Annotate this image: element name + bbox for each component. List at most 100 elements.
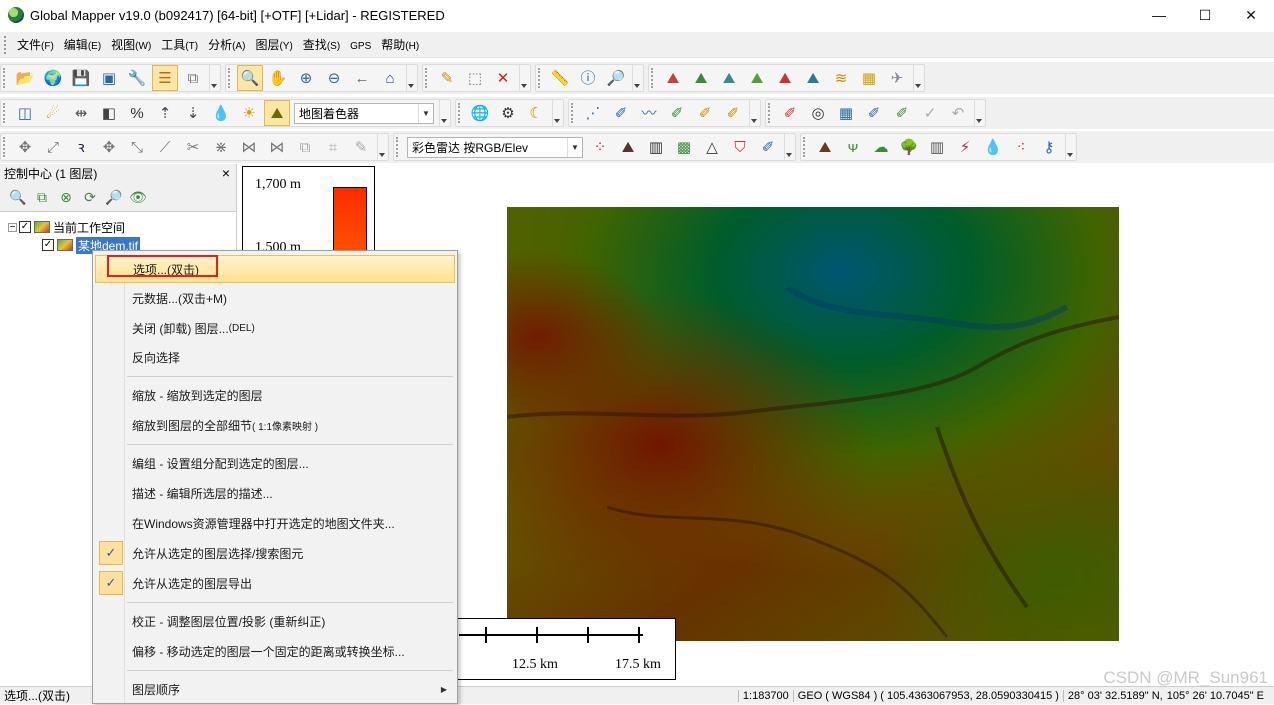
toolbar-overflow[interactable] [552, 100, 560, 126]
lidar-filter-icon[interactable]: ⛉ [727, 134, 753, 160]
menu-allow-export[interactable]: ✓ 允许从选定的图层导出 [95, 569, 455, 597]
layer-remove-icon[interactable]: ⊗ [55, 184, 77, 210]
home-icon[interactable]: ⌂ [377, 65, 403, 91]
noise-class-icon[interactable]: ⁖ [1008, 134, 1034, 160]
toolbar-overflow[interactable] [784, 134, 792, 160]
menu-rectify[interactable]: 校正 - 调整图层位置/投影 (重新纠正) [95, 607, 455, 635]
menu-edit[interactable]: 编辑(E) [59, 36, 106, 53]
reshape-icon[interactable]: ✐ [889, 100, 915, 126]
menu-invert-selection[interactable]: 反向选择 [95, 343, 455, 371]
toolbar-grip[interactable] [396, 137, 401, 157]
menu-shift-layer[interactable]: 偏移 - 移动选定的图层一个固定的距离或转换坐标... [95, 637, 455, 665]
chevron-down-icon[interactable]: ▼ [418, 103, 433, 123]
menu-open-folder[interactable]: 在Windows资源管理器中打开选定的地图文件夹... [95, 509, 455, 537]
draw-point-icon[interactable]: ✐ [692, 100, 718, 126]
online-data-icon[interactable]: 🌐 [467, 100, 493, 126]
grid-edit-icon[interactable]: ▦ [833, 100, 859, 126]
terrain-profile-icon[interactable]: ⛰ [660, 65, 686, 91]
layer-refresh-icon[interactable]: ⟳ [79, 184, 101, 210]
toolbar-grip[interactable] [651, 68, 656, 88]
toolbar-grip[interactable] [3, 68, 8, 88]
contour-icon[interactable]: ⛰ [744, 65, 770, 91]
zoom-out-icon[interactable]: ⊖ [321, 65, 347, 91]
draw-area-icon[interactable]: ✐ [664, 100, 690, 126]
flood-icon[interactable]: ≋ [828, 65, 854, 91]
menu-gps[interactable]: GPS [345, 38, 376, 52]
draw-path-icon[interactable]: ✐ [720, 100, 746, 126]
crop-icon[interactable]: ⌗ [320, 134, 346, 160]
water-class-icon[interactable]: 💧 [980, 134, 1006, 160]
toolbar-overflow[interactable] [749, 100, 757, 126]
split-line-icon[interactable]: ✂ [180, 134, 206, 160]
copy-shape-icon[interactable]: ⧉ [292, 134, 318, 160]
scale-feature-icon[interactable]: ⤡ [124, 134, 150, 160]
toolbar-grip[interactable] [3, 137, 8, 157]
ruler-icon[interactable]: 📏 [547, 65, 573, 91]
toolbar-grip[interactable] [3, 103, 8, 123]
toolbar-grip[interactable] [571, 103, 576, 123]
light-direction-icon[interactable]: ☄ [40, 100, 66, 126]
draw-polyline-icon[interactable]: ✐ [608, 100, 634, 126]
high-vegetation-icon[interactable]: 🌳 [896, 134, 922, 160]
key-point-icon[interactable]: ⚷ [1036, 134, 1062, 160]
water-level-icon[interactable]: 💧 [208, 100, 234, 126]
power-line-icon[interactable]: ⚡ [952, 134, 978, 160]
highlighter-icon[interactable]: ✎ [348, 134, 374, 160]
find-feature-icon[interactable]: 🔎 [603, 65, 629, 91]
rotate-icon[interactable]: ⤢ [40, 134, 66, 160]
shader-select[interactable]: 地图着色器 ▼ [294, 102, 434, 124]
layer-find-icon[interactable]: 🔎 [103, 184, 125, 210]
toolbar-overflow[interactable] [209, 65, 217, 91]
globe-icon[interactable]: 🌍 [40, 65, 66, 91]
flight-icon[interactable]: ✈ [884, 65, 910, 91]
minimize-button[interactable]: — [1136, 0, 1182, 30]
toolbar-overflow[interactable] [1065, 134, 1073, 160]
medium-vegetation-icon[interactable]: ☁ [868, 134, 894, 160]
wrench-icon[interactable]: 🔧 [124, 65, 150, 91]
zoom-in-icon[interactable]: ⊕ [293, 65, 319, 91]
lidar-building-icon[interactable]: ▥ [643, 134, 669, 160]
toolbar-overflow[interactable] [377, 134, 385, 160]
layer-add-icon[interactable]: ⧉ [31, 184, 53, 210]
transform-icon[interactable]: ✥ [96, 134, 122, 160]
menu-close-layer[interactable]: 关闭 (卸载) 图层... (DEL) [95, 314, 455, 342]
back-arrow-icon[interactable]: ← [349, 65, 375, 91]
collapse-icon[interactable]: − [8, 222, 17, 232]
workspace-checkbox[interactable]: ✓ [19, 221, 31, 233]
menu-file[interactable]: 文件(F) [12, 36, 59, 53]
menu-view[interactable]: 视图(W) [106, 36, 156, 53]
low-vegetation-icon[interactable]: ᴪ [840, 134, 866, 160]
toolbar-grip[interactable] [803, 137, 808, 157]
map-window-icon[interactable]: ▣ [96, 65, 122, 91]
toolbar-overflow[interactable] [632, 65, 640, 91]
menu-description[interactable]: 描述 - 编辑所选层的描述... [95, 479, 455, 507]
control-center-icon[interactable]: ☰ [152, 65, 178, 91]
split-view-icon[interactable]: ◫ [12, 100, 38, 126]
menu-group[interactable]: 编组 - 设置组分配到选定的图层... [95, 449, 455, 477]
moon-icon[interactable]: ☾ [523, 100, 549, 126]
toolbar-grip[interactable] [768, 103, 773, 123]
vertical-exaggeration-icon[interactable]: ⇹ [68, 100, 94, 126]
menu-zoom-full-detail[interactable]: 缩放到图层的全部细节 ( 1:1像素映射 ) [95, 411, 455, 439]
select-rect-icon[interactable]: ⬚ [462, 65, 488, 91]
toolbar-grip[interactable] [228, 68, 233, 88]
tree-item-workspace[interactable]: − ✓ 当前工作空间 [8, 218, 125, 236]
line-tool-icon[interactable]: ⟋ [152, 134, 178, 160]
toolbar-grip[interactable] [425, 68, 430, 88]
menu-metadata[interactable]: 元数据...(双击+M) [95, 284, 455, 312]
info-icon[interactable]: ⓘ [575, 65, 601, 91]
draw-curve-icon[interactable]: 〰 [636, 100, 662, 126]
hillshade-icon[interactable]: ⛰ [264, 100, 290, 126]
toolbar-grip[interactable] [538, 68, 543, 88]
settings-gear-icon[interactable]: ⚙ [495, 100, 521, 126]
menu-allow-select[interactable]: ✓ 允许从选定的图层选择/搜索图元 [95, 539, 455, 567]
toolbar-grip[interactable] [458, 103, 463, 123]
toolbar-overflow[interactable] [519, 65, 527, 91]
panel-close-icon[interactable]: × [222, 165, 230, 181]
watershed-icon[interactable]: ⛰ [716, 65, 742, 91]
menu-layer[interactable]: 图层(Y) [250, 36, 297, 53]
menu-help[interactable]: 帮助(H) [376, 36, 424, 53]
toolbar-overflow[interactable] [439, 100, 447, 126]
check-edit-icon[interactable]: ✓ [917, 100, 943, 126]
sun-shade-icon[interactable]: ☀ [236, 100, 262, 126]
